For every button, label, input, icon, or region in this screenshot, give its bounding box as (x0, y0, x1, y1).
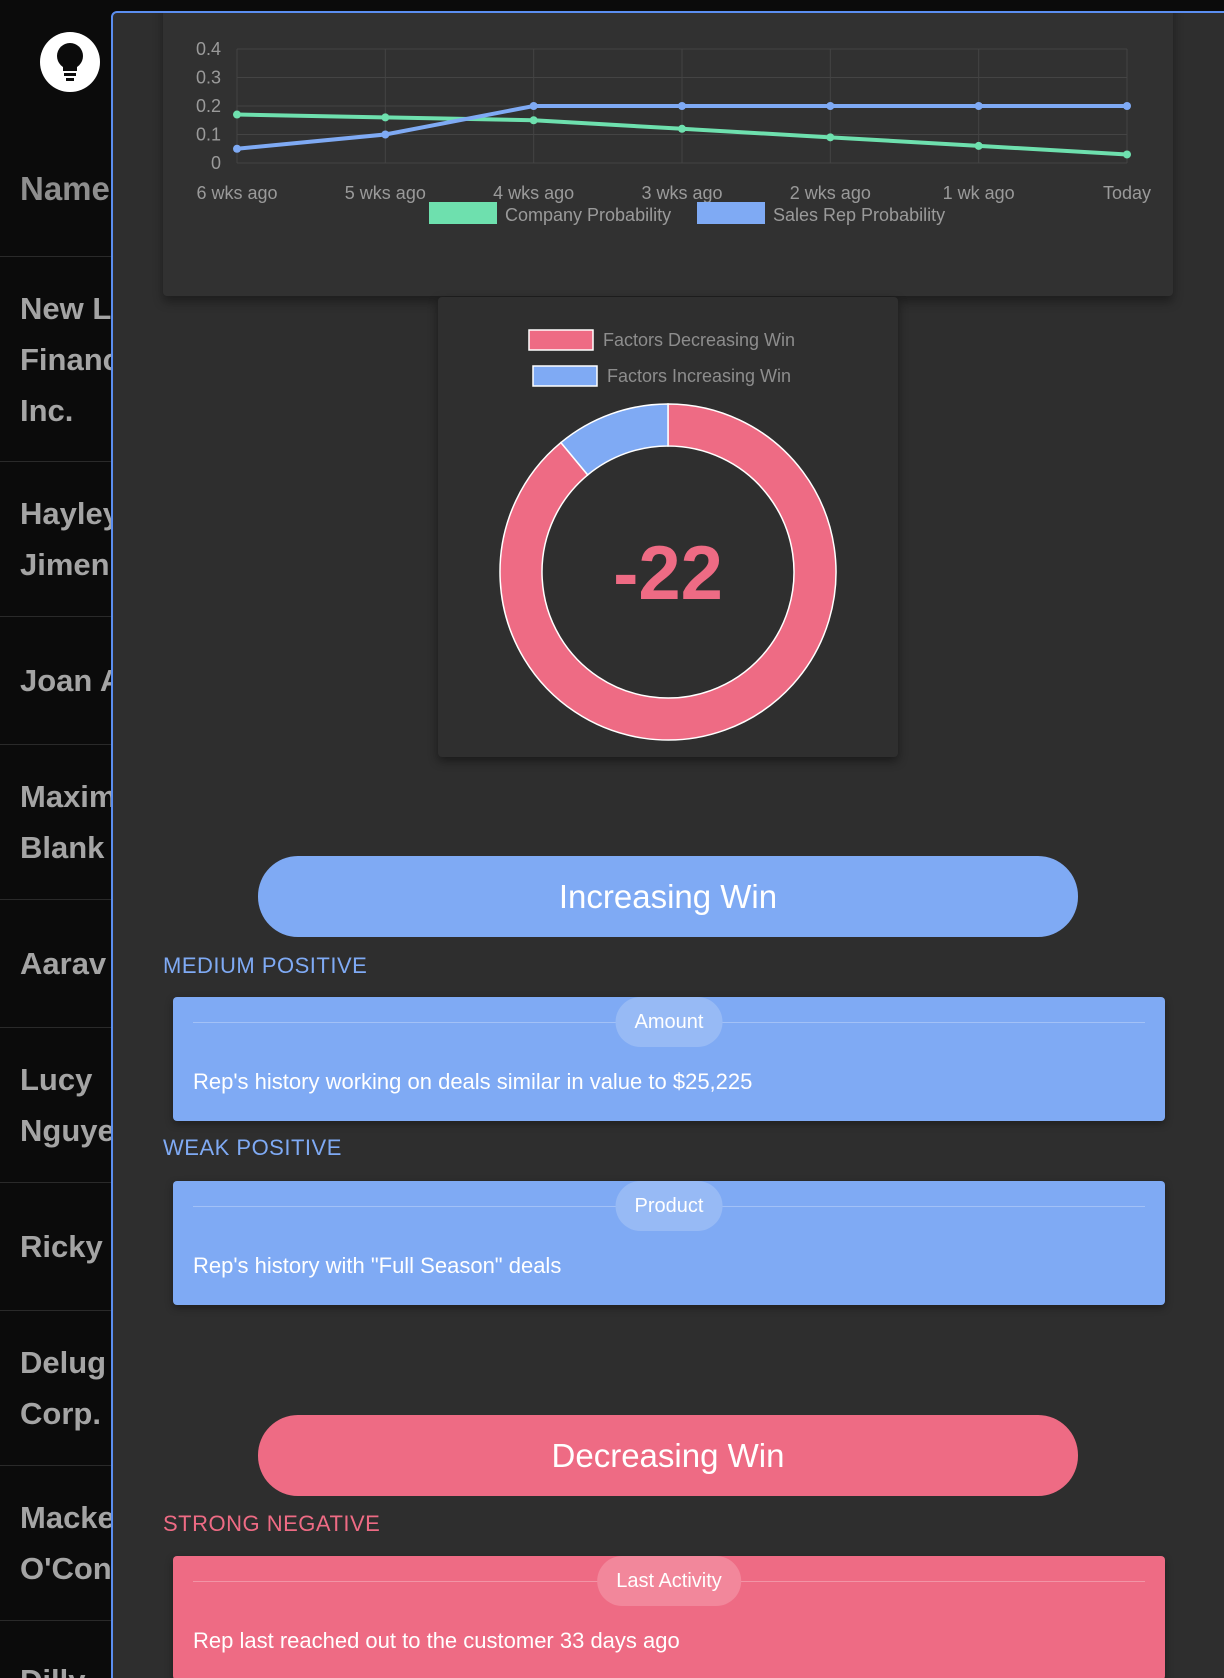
factor-card: Product Rep's history with "Full Season"… (173, 1181, 1165, 1305)
legend-swatch[interactable] (429, 202, 497, 224)
increasing-win-button[interactable]: Increasing Win (258, 856, 1078, 937)
factor-description: Rep last reached out to the customer 33 … (193, 1628, 680, 1653)
y-tick-label: 0.3 (196, 68, 221, 88)
x-tick-label: 4 wks ago (493, 183, 574, 203)
list-item[interactable]: Ricky (0, 1183, 112, 1311)
y-tick-label: 0.2 (196, 96, 221, 116)
y-tick-label: 0.4 (196, 39, 221, 59)
list-item[interactable]: Joan A (0, 617, 112, 745)
list-item[interactable]: Delug Corp. (0, 1311, 112, 1466)
y-tick-label: 0 (211, 153, 221, 173)
data-point[interactable] (233, 110, 241, 119)
data-point[interactable] (678, 124, 686, 133)
win-score-value: -22 (613, 531, 723, 616)
x-tick-label: Today (1103, 183, 1151, 203)
factor-description: Rep's history working on deals similar i… (193, 1069, 753, 1094)
list-item[interactable]: Lucy Nguye (0, 1028, 112, 1183)
deal-detail-modal: 0 0.1 0.2 0.3 0.4 6 wks ago 5 wks ago 4 wks ago… (111, 11, 1224, 1678)
list-item[interactable]: Macke O'Con (0, 1466, 112, 1621)
list-item[interactable]: Aarav (0, 900, 112, 1028)
legend-label[interactable]: Factors Decreasing Win (603, 330, 795, 350)
list-item[interactable]: Dilly (0, 1621, 112, 1678)
factor-card: Amount Rep's history working on deals si… (173, 997, 1165, 1121)
data-point[interactable] (826, 133, 835, 142)
data-point[interactable] (826, 102, 835, 110)
data-point[interactable] (233, 144, 241, 153)
factor-category-badge: Amount (615, 997, 723, 1047)
x-tick-label: 2 wks ago (790, 183, 871, 203)
y-tick-label: 0.1 (196, 125, 221, 145)
legend-swatch[interactable] (532, 365, 598, 387)
legend-swatch[interactable] (528, 329, 594, 351)
data-point[interactable] (529, 102, 538, 110)
legend-label[interactable]: Sales Rep Probability (773, 205, 945, 225)
data-point[interactable] (678, 102, 686, 110)
column-header-name[interactable]: Name (0, 120, 112, 257)
list-item[interactable]: New L Financ Inc. (0, 257, 112, 462)
list-item[interactable]: Hayley Jimen (0, 462, 112, 617)
factor-card: Last Activity Rep last reached out to th… (173, 1556, 1165, 1678)
win-factors-donut-chart: Factors Decreasing Win Factors Increasing… (438, 297, 898, 757)
data-point[interactable] (529, 116, 538, 125)
lightbulb-icon[interactable] (40, 32, 100, 92)
data-point[interactable] (974, 102, 983, 110)
legend-swatch[interactable] (697, 202, 765, 224)
x-tick-label: 5 wks ago (345, 183, 426, 203)
legend-label[interactable]: Company Probability (505, 205, 671, 225)
data-point[interactable] (1123, 150, 1131, 159)
factor-description: Rep's history with "Full Season" deals (193, 1253, 562, 1278)
legend-label[interactable]: Factors Increasing Win (607, 366, 791, 386)
probability-line-chart: 0 0.1 0.2 0.3 0.4 6 wks ago 5 wks ago 4 wks ago… (163, 13, 1173, 296)
x-tick-label: 3 wks ago (641, 183, 722, 203)
strength-label: WEAK POSITIVE (163, 1135, 342, 1160)
decreasing-win-button[interactable]: Decreasing Win (258, 1415, 1078, 1496)
data-point[interactable] (381, 113, 390, 122)
x-tick-label: 6 wks ago (196, 183, 277, 203)
factor-category-badge: Last Activity (597, 1556, 741, 1606)
list-item[interactable]: Maxim Blank (0, 745, 112, 900)
data-point[interactable] (381, 130, 390, 139)
data-point[interactable] (974, 141, 983, 150)
x-tick-label: 1 wk ago (943, 183, 1015, 203)
data-point[interactable] (1123, 102, 1131, 110)
strength-label: MEDIUM POSITIVE (163, 953, 368, 978)
factor-category-badge: Product (615, 1181, 723, 1231)
strength-label: STRONG NEGATIVE (163, 1511, 381, 1536)
